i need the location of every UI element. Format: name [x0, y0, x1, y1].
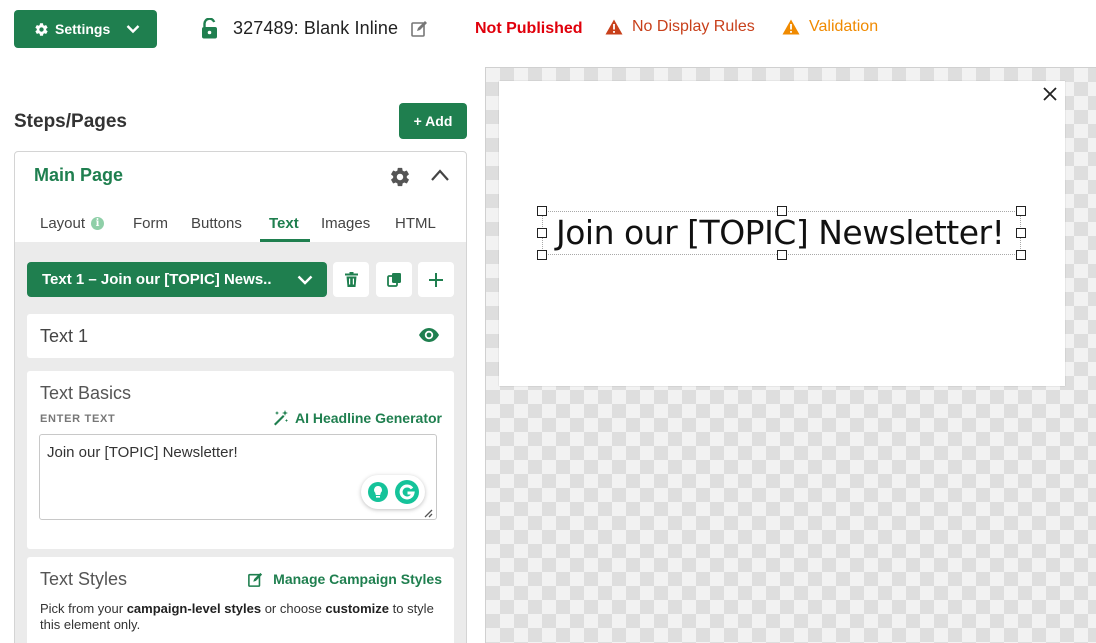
edit-icon — [248, 572, 263, 587]
resize-handle[interactable] — [537, 250, 547, 260]
ai-link-label: AI Headline Generator — [294, 410, 442, 426]
resize-handle[interactable] — [1016, 250, 1026, 260]
info-icon[interactable]: i — [91, 216, 105, 230]
gear-icon — [35, 22, 48, 36]
tab-form[interactable]: Form — [133, 208, 168, 238]
element-name-card: Text 1 — [27, 314, 454, 358]
unlock-icon[interactable] — [201, 18, 218, 39]
warning-icon — [605, 19, 623, 35]
tab-label: Layout — [40, 214, 86, 232]
campaign-title: 327489: Blank Inline — [233, 18, 399, 38]
element-select-label: Text 1 – Join our [TOPIC] News.. — [42, 271, 272, 288]
preview-canvas: Join our [TOPIC] Newsletter! — [485, 67, 1096, 643]
copy-icon — [386, 273, 401, 287]
status-not-published: Not Published — [475, 20, 583, 37]
text-styles-card: Text Styles Manage Campaign Styles Pick … — [27, 557, 454, 643]
warning-label: Validation — [809, 18, 879, 35]
enter-text-label: ENTER TEXT — [40, 413, 116, 425]
tab-text[interactable]: Text — [269, 208, 299, 238]
resize-handle[interactable] — [537, 228, 547, 238]
element-name: Text 1 — [40, 325, 89, 346]
warning-icon — [782, 19, 800, 35]
duplicate-element-button[interactable] — [376, 262, 412, 297]
resize-handle[interactable] — [1016, 206, 1026, 216]
grammarly-icon — [394, 480, 419, 504]
delete-element-button[interactable] — [333, 262, 369, 297]
inline-preview: Join our [TOPIC] Newsletter! — [499, 81, 1065, 386]
resize-handle[interactable] — [1016, 228, 1026, 238]
settings-button[interactable]: Settings — [14, 10, 157, 48]
ai-headline-generator-link[interactable]: AI Headline Generator — [273, 410, 442, 426]
tab-images[interactable]: Images — [321, 208, 370, 238]
steps-pages-title: Steps/Pages — [14, 111, 127, 132]
close-icon[interactable] — [1041, 85, 1059, 103]
settings-label: Settings — [55, 21, 111, 37]
main-page-card: Main Page Layout i Form Buttons Text Ima… — [14, 151, 467, 643]
text-basics-heading: Text Basics — [40, 383, 132, 403]
eye-icon[interactable] — [418, 327, 440, 343]
resize-handle-icon[interactable] — [423, 508, 433, 518]
page-title: Main Page — [34, 165, 124, 185]
chevron-down-icon — [126, 25, 140, 34]
chevron-up-icon[interactable] — [430, 168, 450, 182]
resize-handle[interactable] — [537, 206, 547, 216]
grammarly-widget[interactable] — [361, 475, 425, 509]
page-tabs: Layout i Form Buttons Text Images HTML — [15, 204, 466, 242]
headline-text[interactable]: Join our [TOPIC] Newsletter! — [556, 211, 1005, 255]
tab-buttons[interactable]: Buttons — [191, 208, 242, 238]
warning-label: No Display Rules — [632, 18, 755, 35]
edit-icon[interactable] — [411, 20, 428, 37]
manage-link-label: Manage Campaign Styles — [273, 571, 442, 587]
trash-icon — [344, 272, 358, 287]
text-styles-heading: Text Styles — [40, 569, 128, 589]
resize-handle[interactable] — [777, 250, 787, 260]
chevron-down-icon — [297, 275, 313, 285]
warning-no-display-rules[interactable]: No Display Rules — [605, 18, 755, 36]
text-basics-card: Text Basics ENTER TEXT AI Headline Gener… — [27, 371, 454, 549]
resize-handle[interactable] — [777, 206, 787, 216]
tab-layout[interactable]: Layout i — [40, 208, 105, 238]
magic-wand-icon — [273, 410, 288, 426]
plus-icon — [429, 272, 443, 287]
warning-validation[interactable]: Validation — [782, 18, 878, 36]
element-select-dropdown[interactable]: Text 1 – Join our [TOPIC] News.. — [27, 262, 327, 297]
add-page-button[interactable]: + Add — [399, 103, 467, 139]
add-element-button[interactable] — [418, 262, 454, 297]
manage-campaign-styles-link[interactable]: Manage Campaign Styles — [248, 571, 442, 587]
text-styles-description: Pick from your campaign-level styles or … — [40, 601, 434, 632]
gear-icon[interactable] — [389, 166, 411, 188]
text-panel: Text 1 – Join our [TOPIC] News.. Text 1 … — [15, 242, 466, 643]
tab-html[interactable]: HTML — [395, 208, 436, 238]
lightbulb-icon — [367, 482, 388, 502]
